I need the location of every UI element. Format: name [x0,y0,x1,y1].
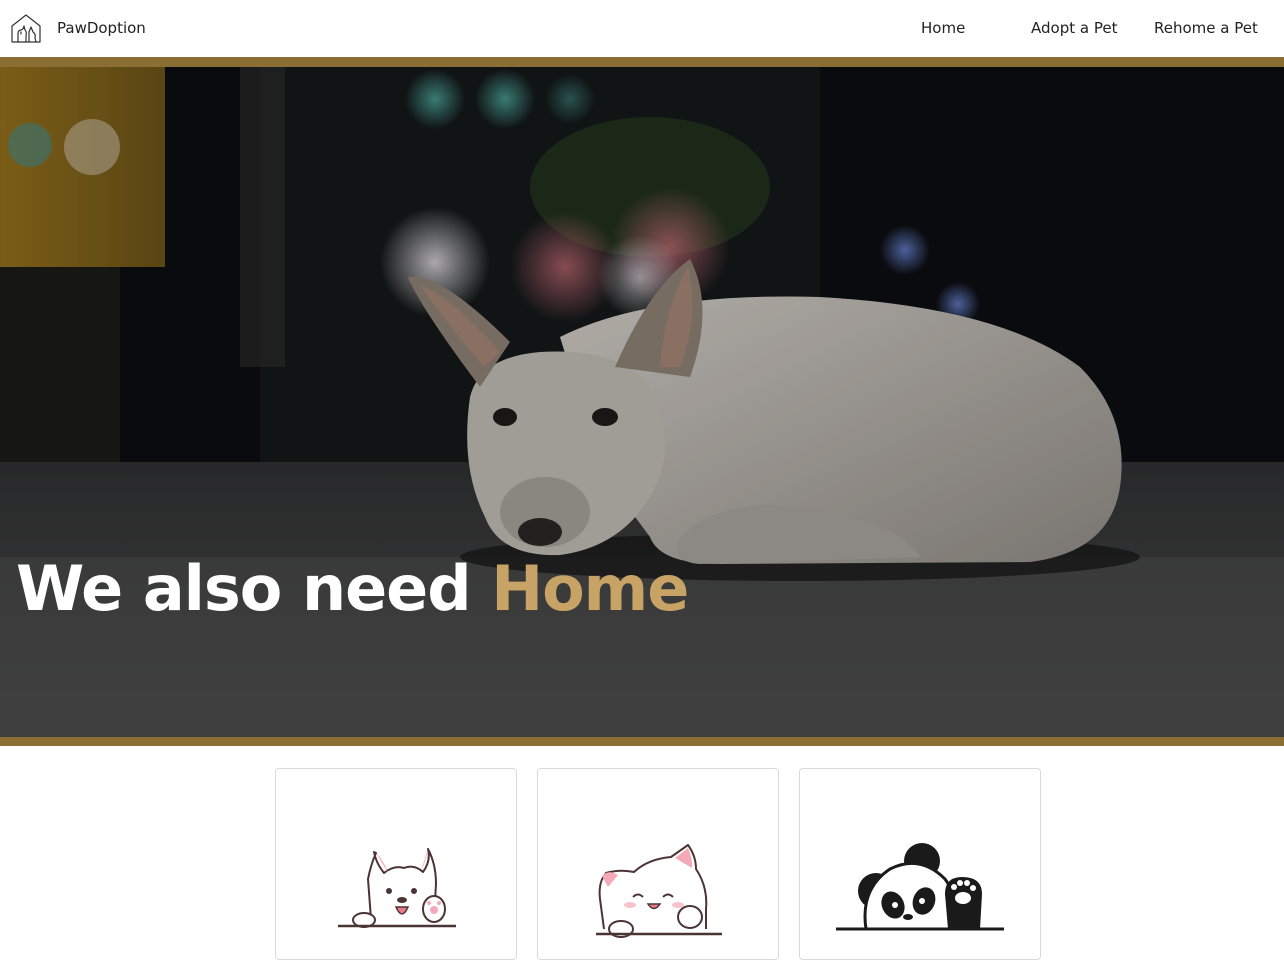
hero-border-top [0,57,1284,67]
brand-name: PawDoption [57,19,146,37]
nav-link-adopt-a-pet[interactable]: Adopt a Pet [1031,19,1117,37]
pet-card-panda[interactable] [799,768,1041,960]
hero-border-bottom [0,737,1284,746]
hero-title-accent: Home [491,552,689,625]
dog-peeking-icon [338,848,456,928]
panda-waving-icon [836,843,1004,931]
cat-peeking-icon [596,844,722,938]
pet-card-dog[interactable] [275,768,517,960]
nav-link-home[interactable]: Home [921,19,965,37]
hero-banner: We also need Home [0,67,1284,737]
hero-title-main: We also need [16,552,492,625]
hero-title: We also need Home [16,552,689,625]
brand-link[interactable]: PawDoption [10,12,146,44]
hero-dog-photo [0,67,1284,737]
pet-card-cat[interactable] [537,768,779,960]
nav-link-rehome-a-pet[interactable]: Rehome a Pet [1154,19,1258,37]
house-with-pets-icon [11,14,41,43]
top-navbar: PawDoption Home Adopt a Pet Rehome a Pet [0,0,1284,57]
